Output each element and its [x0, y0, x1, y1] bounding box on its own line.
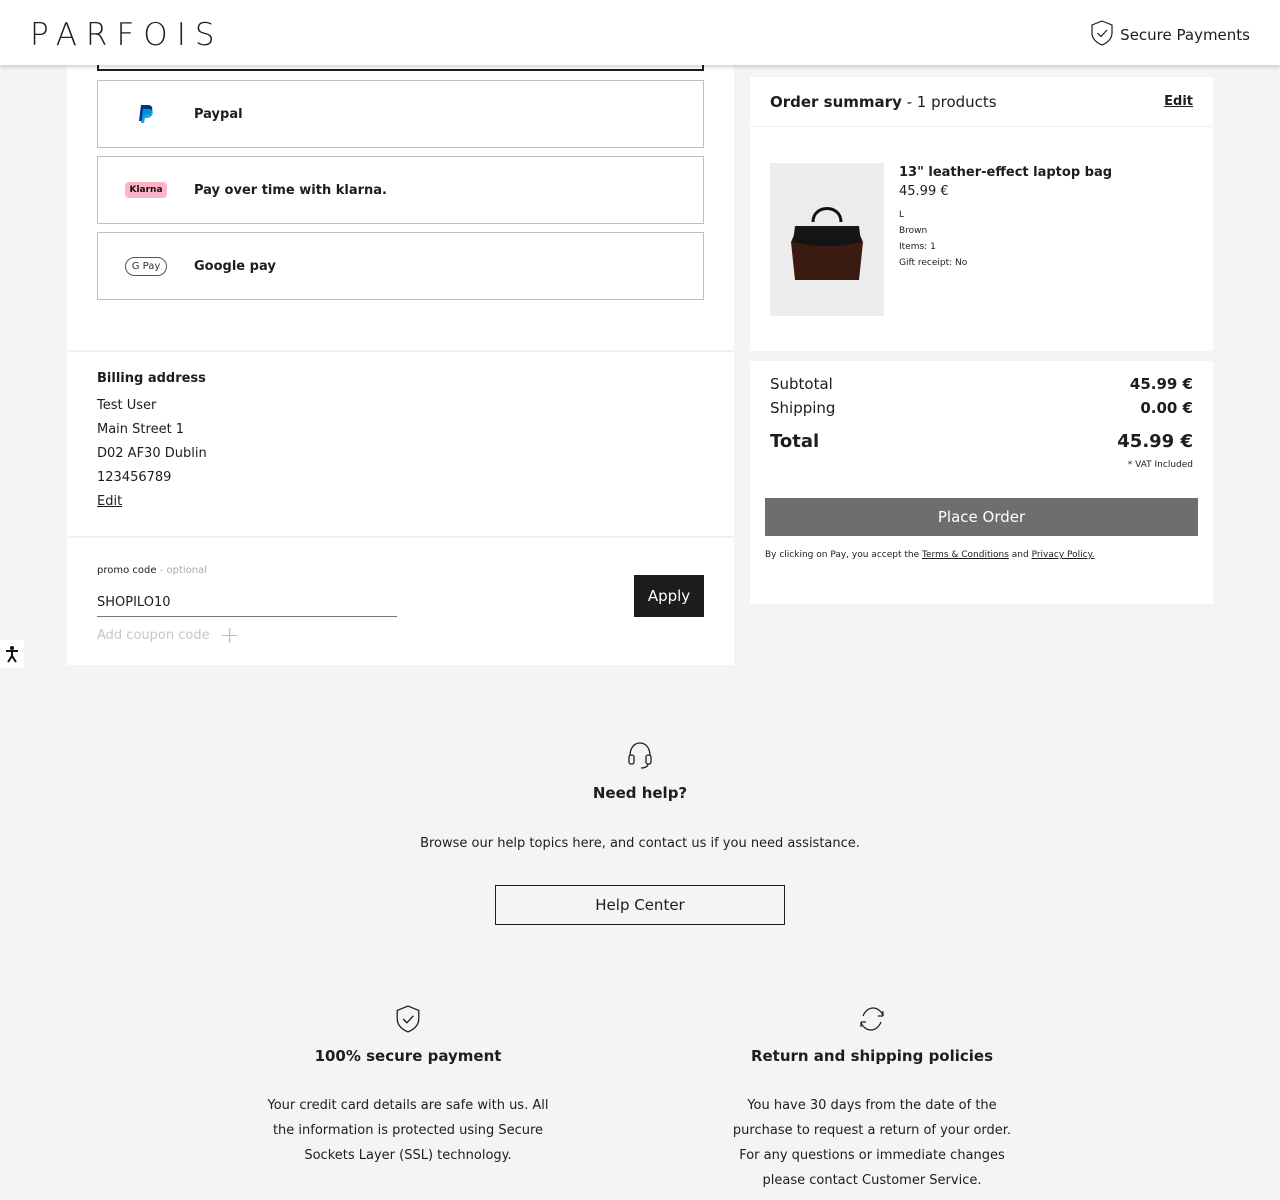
site-header: PARFOIS Secure Payments: [0, 0, 1280, 65]
apply-promo-button[interactable]: Apply: [634, 575, 704, 617]
promo-optional-text: - optional: [159, 565, 208, 576]
google-pay-badge: G Pay: [124, 256, 168, 276]
add-coupon-label: Add coupon code: [97, 627, 210, 643]
feature-title: Return and shipping policies: [750, 1047, 994, 1065]
order-summary-title: Order summary: [770, 92, 902, 111]
accessibility-icon[interactable]: [0, 640, 24, 668]
promo-code-input[interactable]: [97, 589, 397, 617]
payment-option-klarna[interactable]: Klarna Pay over time with klarna.: [97, 156, 704, 224]
order-summary: Order summary - 1 products Edit 13" leat…: [750, 77, 1213, 351]
feature-text: Your credit card details are safe with u…: [267, 1098, 549, 1163]
payment-option-label: Google pay: [194, 258, 276, 274]
subtotal-label: Subtotal: [770, 375, 833, 393]
billing-street: Main Street 1: [97, 422, 185, 437]
secure-payments-badge: Secure Payments: [1090, 20, 1250, 50]
shipping-label: Shipping: [770, 399, 836, 417]
payment-option-paypal[interactable]: Paypal: [97, 80, 704, 148]
product-gift-receipt: Gift receipt: No: [899, 258, 968, 268]
paypal-icon: [98, 104, 194, 124]
billing-phone: 123456789: [97, 470, 172, 485]
checkout-panel: Paypal Klarna Pay over time with klarna.…: [67, 65, 734, 665]
product-image[interactable]: [770, 163, 884, 316]
terms-link[interactable]: Terms & Conditions: [922, 550, 1009, 560]
klarna-icon: Klarna: [98, 182, 194, 198]
shipping-row: Shipping 0.00 €: [770, 399, 1193, 417]
payment-option-label: Pay over time with klarna.: [194, 182, 387, 198]
feature-returns: Return and shipping policies You have 30…: [722, 1005, 1022, 1193]
billing-title: Billing address: [97, 371, 206, 386]
secure-payments-label: Secure Payments: [1120, 26, 1250, 44]
order-totals: Subtotal 45.99 € Shipping 0.00 € Total 4…: [750, 361, 1213, 604]
terms-and: and: [1011, 550, 1029, 560]
feature-title: 100% secure payment: [314, 1047, 502, 1065]
plus-icon: +: [219, 621, 240, 649]
feature-text: You have 30 days from the date of the pu…: [732, 1098, 1012, 1188]
order-summary-edit-link[interactable]: Edit: [1164, 94, 1193, 109]
product-color: Brown: [899, 226, 928, 236]
help-center-button[interactable]: Help Center: [495, 885, 785, 925]
order-summary-header: Order summary - 1 products Edit: [750, 77, 1213, 127]
total-row: Total 45.99 €: [770, 431, 1193, 452]
product-items: Items: 1: [899, 242, 936, 252]
product-name[interactable]: 13" leather-effect laptop bag: [899, 165, 1112, 180]
billing-address: Billing address Test User Main Street 1 …: [97, 371, 207, 518]
subtotal-row: Subtotal 45.99 €: [770, 375, 1193, 393]
headset-icon: [0, 740, 1280, 774]
product-size: L: [899, 210, 905, 220]
subtotal-value: 45.99 €: [1129, 375, 1193, 393]
total-value: 45.99 €: [1117, 431, 1193, 452]
product-info: 13" leather-effect laptop bag 45.99 € L …: [899, 165, 1112, 271]
shield-check-icon: [258, 1005, 558, 1037]
shipping-value: 0.00 €: [1140, 399, 1193, 417]
promo-label-text: promo code: [97, 565, 157, 576]
place-order-button[interactable]: Place Order: [765, 498, 1198, 536]
terms-prefix: By clicking on Pay, you accept the: [765, 550, 920, 560]
payment-option-google-pay[interactable]: G Pay Google pay: [97, 232, 704, 300]
terms-note: By clicking on Pay, you accept the Terms…: [765, 550, 1095, 560]
privacy-link[interactable]: Privacy Policy.: [1032, 550, 1095, 560]
shield-check-icon: [1090, 20, 1114, 50]
billing-edit-link[interactable]: Edit: [97, 494, 122, 509]
vat-note: * VAT Included: [1127, 460, 1193, 470]
add-coupon-button[interactable]: Add coupon code +: [97, 621, 240, 649]
parfois-logo[interactable]: PARFOIS: [30, 17, 224, 53]
help-section: Need help? Browse our help topics here, …: [0, 740, 1280, 851]
order-summary-count: - 1 products: [906, 92, 997, 111]
google-pay-icon: G Pay: [98, 256, 194, 276]
help-text: Browse our help topics here, and contact…: [420, 836, 860, 851]
promo-code-label: promo code - optional: [97, 565, 207, 576]
billing-city: D02 AF30 Dublin: [97, 446, 207, 461]
help-title: Need help?: [592, 784, 688, 802]
total-label: Total: [770, 431, 820, 452]
feature-secure-payment: 100% secure payment Your credit card det…: [258, 1005, 558, 1168]
product-price: 45.99 €: [899, 184, 949, 199]
billing-name: Test User: [97, 398, 157, 413]
divider: [67, 350, 734, 352]
divider: [67, 536, 734, 538]
payment-option-label: Paypal: [194, 106, 243, 122]
selected-payment-option-edge[interactable]: [97, 65, 704, 71]
refresh-icon: [722, 1005, 1022, 1037]
klarna-badge: Klarna: [125, 182, 167, 198]
